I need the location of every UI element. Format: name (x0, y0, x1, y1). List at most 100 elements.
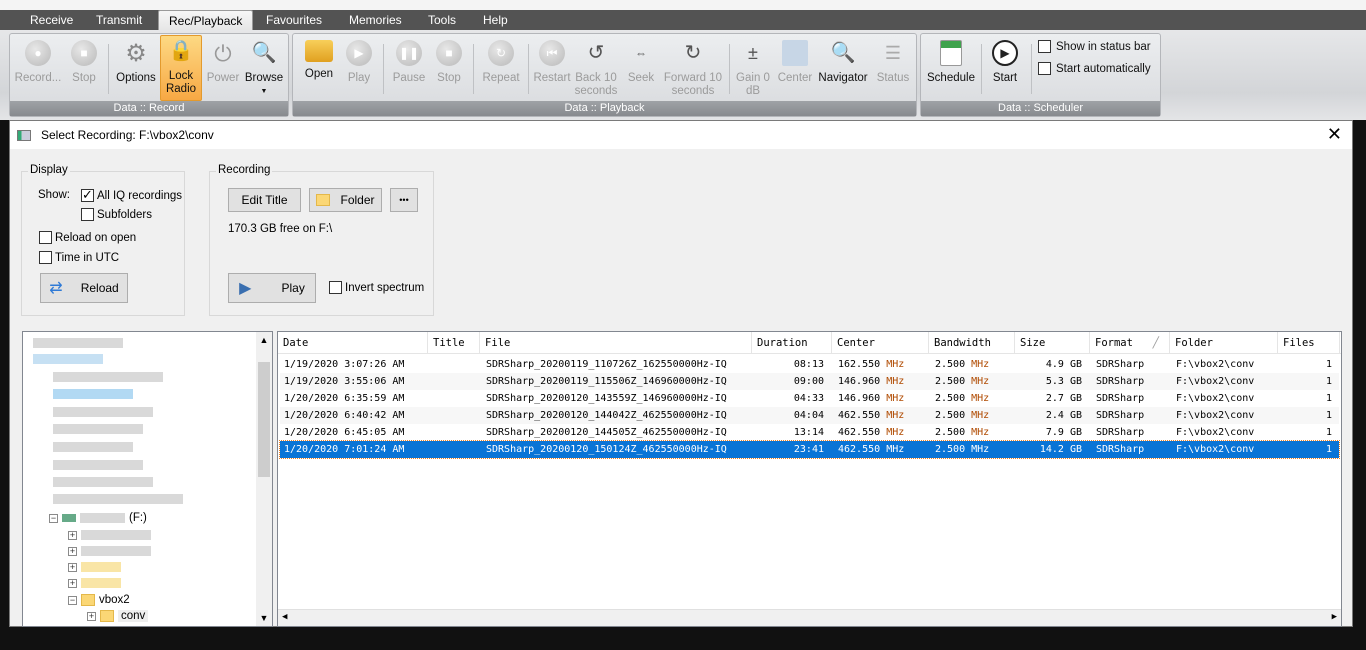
folder-icon (305, 40, 333, 62)
separator (1031, 44, 1032, 94)
center-value: 462.550 (838, 427, 881, 438)
playback-group-label: Data :: Playback (293, 101, 916, 116)
gain-button[interactable]: ± Gain 0 dB (733, 38, 773, 100)
tree-node[interactable]: + (68, 530, 151, 540)
navigator-button[interactable]: 🔍 Navigator (815, 38, 871, 100)
column-header-files[interactable]: Files (1278, 332, 1340, 354)
checkbox-box (329, 281, 342, 294)
column-header-center[interactable]: Center (832, 332, 929, 354)
edit-title-button[interactable]: Edit Title (228, 188, 301, 212)
files-value: 1 (1325, 410, 1332, 421)
tree-node-drive[interactable]: − (F:) (49, 512, 147, 524)
open-button[interactable]: Open (299, 38, 339, 100)
cell-title (434, 441, 472, 458)
collapse-icon: − (49, 512, 58, 523)
column-header-bandwidth[interactable]: Bandwidth (929, 332, 1015, 354)
tab-tools[interactable]: Tools (418, 10, 466, 30)
tab-receive[interactable]: Receive (20, 10, 83, 30)
play-button[interactable]: ▶ Play (341, 38, 377, 100)
table-row[interactable]: 1/19/2020 3:55:06 AM SDRSharp_20200119_11… (280, 373, 1339, 390)
column-header-format[interactable]: Format ╱ (1090, 332, 1170, 354)
table-row[interactable]: 1/20/2020 6:40:42 AM SDRSharp_20200120_14… (280, 407, 1339, 424)
restart-icon: ⏮ (539, 40, 565, 66)
tab-favourites[interactable]: Favourites (256, 10, 332, 30)
invert-spectrum-checkbox[interactable]: Invert spectrum (329, 281, 424, 294)
options-button[interactable]: ⚙ Options (112, 38, 160, 100)
start-automatically-checkbox[interactable]: Start automatically (1038, 62, 1151, 75)
power-button[interactable]: ⏻ Power (204, 38, 242, 100)
tree-node-vbox2[interactable]: − vbox2 (68, 594, 130, 606)
lock-radio-button[interactable]: 🔒 Lock Radio (160, 35, 202, 101)
cell-size: 14.2 GB (1021, 441, 1082, 458)
status-button[interactable]: ☰ Status (873, 38, 913, 100)
folder-button[interactable]: Folder (309, 188, 382, 212)
tree-node-conv[interactable]: + conv (87, 610, 149, 622)
browse-button[interactable]: 🔍 Browse ▼ (242, 38, 286, 100)
unit-label: MHz (971, 359, 990, 370)
format-value: SDRSharp (1096, 359, 1145, 370)
subfolders-checkbox[interactable]: Subfolders (81, 208, 152, 221)
tab-transmit[interactable]: Transmit (86, 10, 152, 30)
expand-icon: + (68, 577, 77, 588)
folder-label: Folder (340, 193, 375, 207)
cell-date: 1/19/2020 3:07:26 AM (284, 356, 420, 373)
show-in-status-bar-checkbox[interactable]: Show in status bar (1038, 40, 1151, 53)
cell-folder: F:\vbox2\conv (1176, 424, 1270, 441)
all-iq-recordings-checkbox[interactable]: All IQ recordings (81, 187, 182, 203)
table-row-selected[interactable]: 1/20/2020 7:01:24 AM SDRSharp_20200120_15… (279, 440, 1340, 459)
tree-node[interactable]: + (68, 546, 151, 556)
column-header-size[interactable]: Size (1015, 332, 1090, 354)
checkbox-box (39, 231, 52, 244)
cell-bandwidth: 2.500 MHz (935, 424, 1007, 441)
record-button[interactable]: ● Record... (14, 38, 62, 100)
scroll-up-icon[interactable]: ▲ (256, 335, 272, 345)
folder-tree[interactable]: − (F:) + + + + − vbox2 + conv ▲ ▼ (22, 331, 273, 627)
column-header-folder[interactable]: Folder (1170, 332, 1278, 354)
schedule-button[interactable]: Schedule (925, 38, 977, 100)
cell-title (434, 390, 472, 407)
tab-help[interactable]: Help (473, 10, 518, 30)
column-header-duration[interactable]: Duration (752, 332, 832, 354)
close-icon[interactable]: ✕ (1327, 124, 1342, 145)
cell-bandwidth: 2.500 MHz (935, 373, 1007, 390)
table-row[interactable]: 1/20/2020 6:35:59 AM SDRSharp_20200120_14… (280, 390, 1339, 407)
column-header-file[interactable]: File (480, 332, 752, 354)
tab-memories[interactable]: Memories (339, 10, 412, 30)
cell-folder: F:\vbox2\conv (1176, 356, 1270, 373)
tree-node[interactable]: + (68, 562, 121, 572)
table-row[interactable]: 1/19/2020 3:07:26 AM SDRSharp_20200119_11… (280, 356, 1339, 373)
stop-record-button[interactable]: ■ Stop (64, 38, 104, 100)
start-button[interactable]: ▶ Start (985, 38, 1025, 100)
scroll-right-icon[interactable]: ▶ (1332, 612, 1337, 622)
back-label: Back 10 seconds (574, 72, 618, 97)
cell-date: 1/20/2020 6:40:42 AM (284, 407, 420, 424)
center-value: 162.550 (838, 359, 881, 370)
scroll-left-icon[interactable]: ◀ (282, 612, 287, 622)
play-button[interactable]: ▶ Play (228, 273, 316, 303)
stop-button[interactable]: ■ Stop (431, 38, 467, 100)
cell-format: SDRSharp (1096, 373, 1162, 390)
column-header-title[interactable]: Title (428, 332, 480, 354)
scroll-thumb[interactable] (258, 362, 270, 477)
reload-button[interactable]: ⇄ Reload (40, 273, 128, 303)
reload-on-open-checkbox[interactable]: Reload on open (39, 231, 136, 244)
repeat-button[interactable]: ↻ Repeat (479, 38, 523, 100)
tree-node[interactable]: + (68, 578, 121, 588)
column-header-date[interactable]: Date (278, 332, 428, 354)
tree-scrollbar[interactable]: ▲ ▼ (256, 332, 272, 626)
table-row[interactable]: 1/20/2020 6:45:05 AM SDRSharp_20200120_14… (280, 424, 1339, 441)
expand-icon: + (68, 545, 77, 556)
center-button[interactable]: Center (775, 38, 815, 100)
restart-button[interactable]: ⏮ Restart (531, 38, 573, 100)
more-button[interactable]: ••• (390, 188, 418, 212)
pause-button[interactable]: ❚❚ Pause (389, 38, 429, 100)
browser-strip (0, 0, 1366, 10)
recordings-table[interactable]: Date Title File Duration Center Bandwidth Size… (277, 331, 1342, 627)
back-10-button[interactable]: ↺ Back 10 seconds (573, 38, 619, 100)
scroll-down-icon[interactable]: ▼ (256, 613, 272, 623)
forward-10-button[interactable]: ↻ Forward 10 seconds (661, 38, 725, 100)
tab-rec-playback[interactable]: Rec/Playback (158, 10, 254, 30)
time-in-utc-checkbox[interactable]: Time in UTC (39, 251, 119, 264)
horizontal-scrollbar[interactable]: ◀ ▶ (278, 609, 1341, 626)
seek-button[interactable]: ⇔ Seek (621, 38, 661, 100)
